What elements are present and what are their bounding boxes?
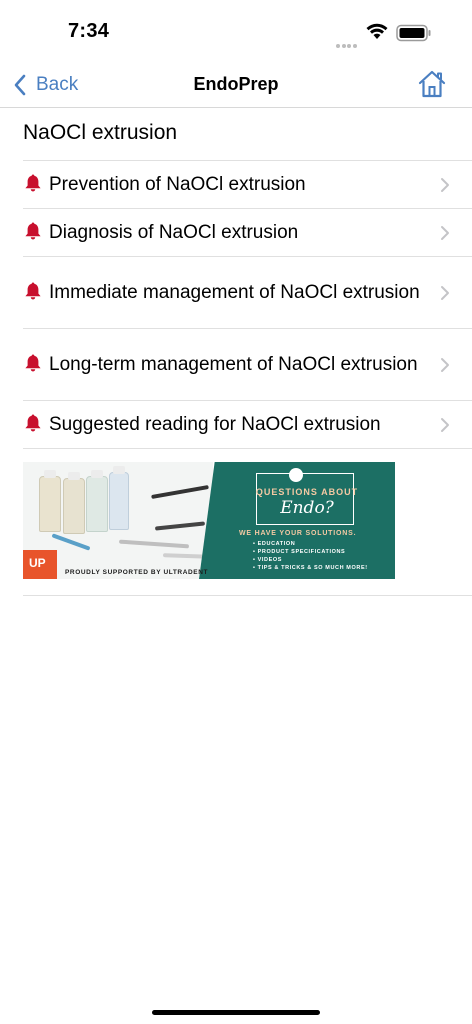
tooth-logo-icon <box>289 468 303 482</box>
menu-item-label: Long-term management of NaOCl extrusion <box>49 354 418 375</box>
menu-item-suggested-reading[interactable]: Suggested reading for NaOCl extrusion <box>23 401 472 449</box>
banner-headline-top: QUESTIONS ABOUT <box>255 487 359 497</box>
chevron-right-icon <box>441 417 449 432</box>
menu-list: Prevention of NaOCl extrusion Diagnosis … <box>0 161 472 449</box>
chevron-right-icon <box>441 177 449 192</box>
banner-headline: Endo? <box>280 498 334 518</box>
banner-bullet-list: EDUCATION PRODUCT SPECIFICATIONS VIDEOS … <box>253 540 368 572</box>
banner-support-text: PROUDLY SUPPORTED BY ULTRADENT <box>65 569 209 576</box>
chevron-right-icon <box>441 225 449 240</box>
menu-item-label: Immediate management of NaOCl extrusion <box>49 282 420 303</box>
ultradent-logo: UP <box>23 550 57 579</box>
banner-bullet: VIDEOS <box>253 556 368 564</box>
status-time: 7:34 <box>68 20 110 42</box>
home-icon[interactable] <box>416 68 448 100</box>
page-title: EndoPrep <box>193 74 279 94</box>
chevron-right-icon <box>441 285 449 300</box>
menu-item-label: Suggested reading for NaOCl extrusion <box>49 414 381 435</box>
section-title: NaOCl extrusion <box>23 121 178 144</box>
bell-icon <box>25 414 41 432</box>
divider <box>23 595 472 596</box>
banner-bullet: TIPS & TRICKS & SO MUCH MORE! <box>253 564 368 572</box>
bell-icon <box>25 354 41 372</box>
wifi-icon <box>366 23 388 39</box>
home-indicator[interactable] <box>152 1010 320 1015</box>
signal-icon <box>336 35 358 48</box>
bell-icon <box>25 222 41 240</box>
sponsor-banner[interactable]: QUESTIONS ABOUT Endo? WE HAVE YOUR SOLUT… <box>23 462 395 579</box>
banner-subheading: WE HAVE YOUR SOLUTIONS. <box>239 530 357 537</box>
menu-item-long-term-management[interactable]: Long-term management of NaOCl extrusion <box>23 329 472 401</box>
menu-item-label: Prevention of NaOCl extrusion <box>49 174 306 195</box>
status-bar: 7:34 <box>0 0 472 62</box>
chevron-right-icon <box>441 357 449 372</box>
menu-item-immediate-management[interactable]: Immediate management of NaOCl extrusion <box>23 257 472 329</box>
banner-bullet: EDUCATION <box>253 540 368 548</box>
battery-icon <box>396 24 431 42</box>
navigation-bar: Back EndoPrep <box>0 62 472 108</box>
menu-item-prevention[interactable]: Prevention of NaOCl extrusion <box>23 161 472 209</box>
banner-bullet: PRODUCT SPECIFICATIONS <box>253 548 368 556</box>
menu-item-diagnosis[interactable]: Diagnosis of NaOCl extrusion <box>23 209 472 257</box>
bell-icon <box>25 282 41 300</box>
menu-item-label: Diagnosis of NaOCl extrusion <box>49 222 299 243</box>
bell-icon <box>25 174 41 192</box>
